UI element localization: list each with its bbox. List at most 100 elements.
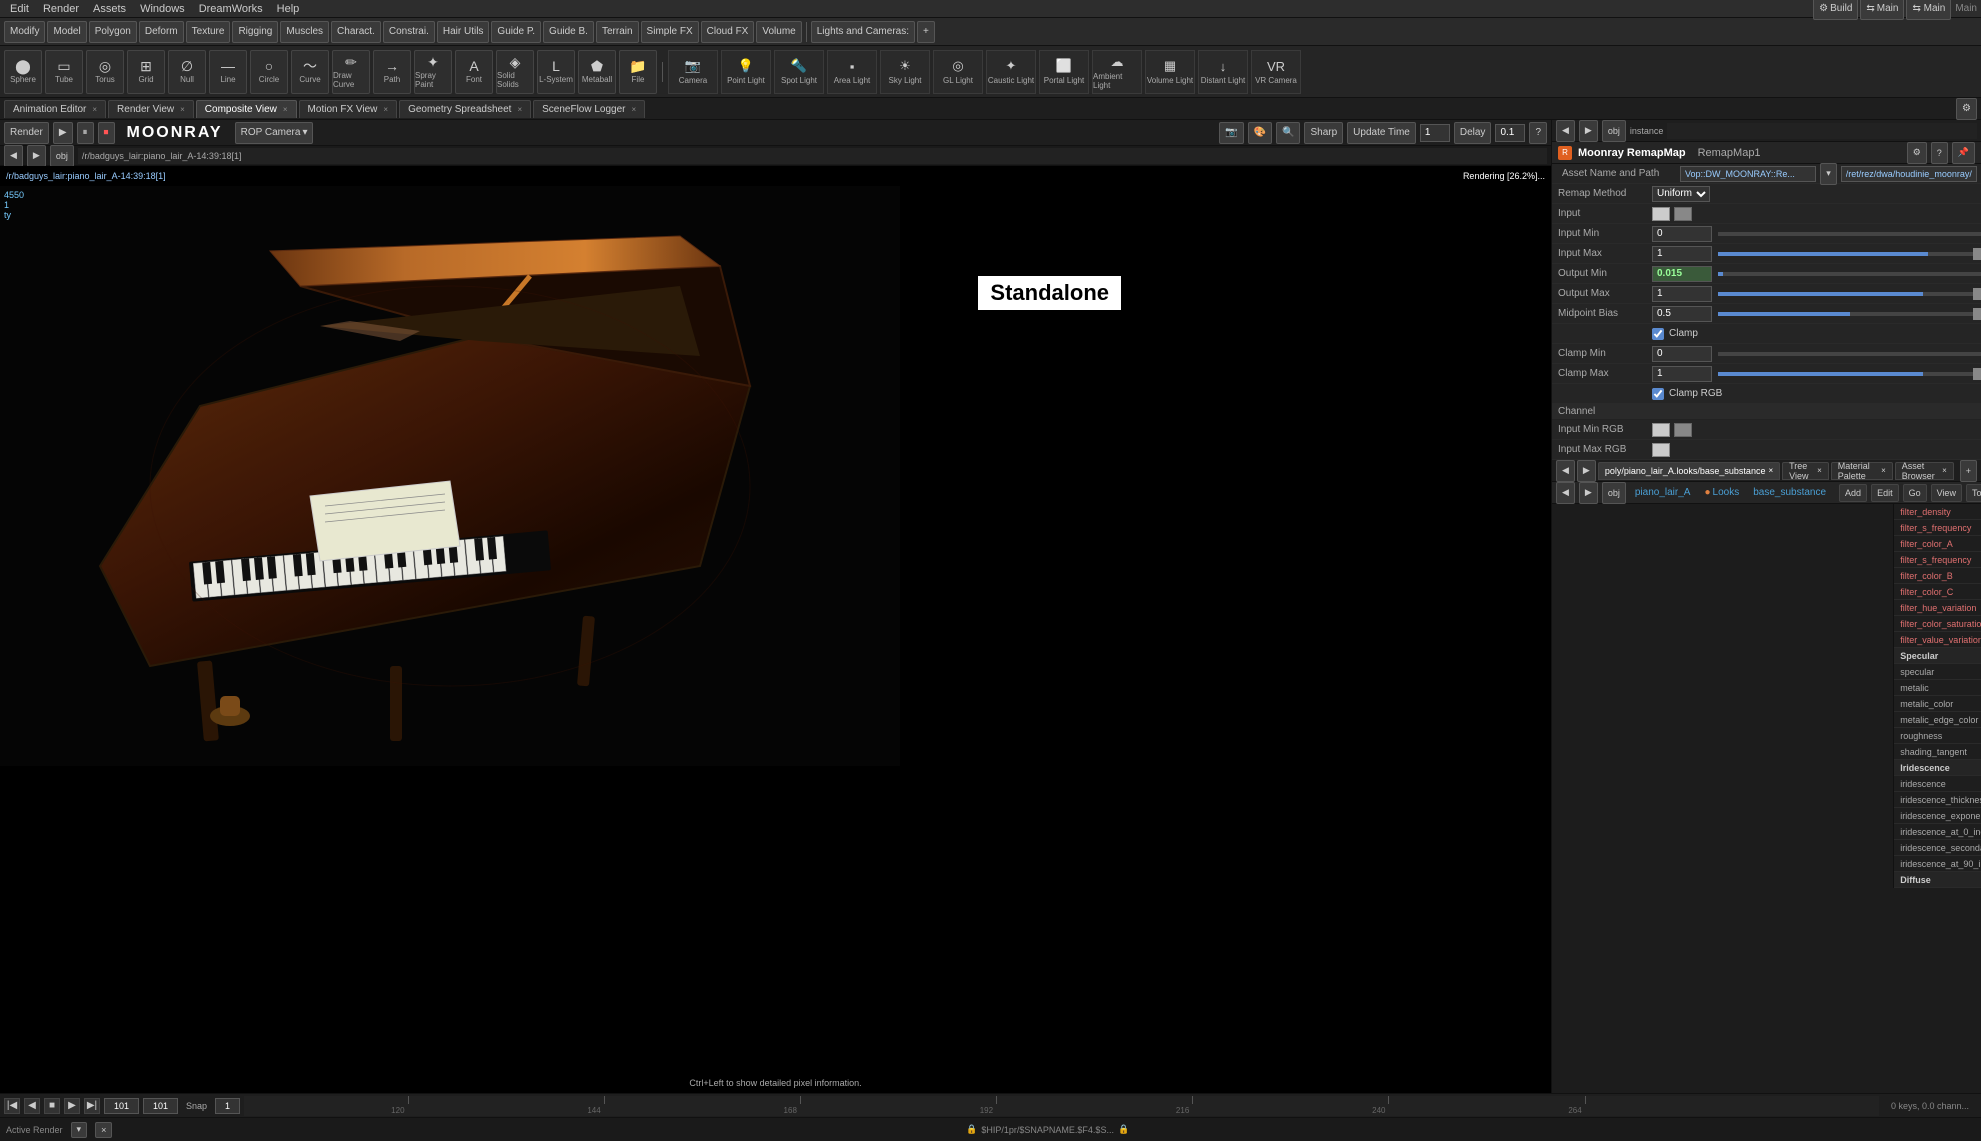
menu-edit[interactable]: Edit xyxy=(4,0,35,17)
output-max-input[interactable] xyxy=(1652,286,1712,302)
status-stop-btn[interactable]: × xyxy=(95,1122,112,1138)
ng-tab-materialpalette[interactable]: Material Palette × xyxy=(1831,462,1893,480)
texture-btn[interactable]: Texture xyxy=(186,21,231,43)
status-dropdown-btn[interactable]: ▾ xyxy=(71,1122,88,1138)
rigging-btn[interactable]: Rigging xyxy=(232,21,278,43)
tab-render-view-close[interactable]: × xyxy=(180,105,185,114)
ng-substance-label[interactable]: base_substance xyxy=(1748,484,1831,502)
input-max-slider[interactable] xyxy=(1718,252,1981,256)
input-min-rgb-swatch[interactable] xyxy=(1652,423,1670,437)
ng-toolbar-back[interactable]: ◀ xyxy=(1556,482,1575,504)
render-button[interactable]: Render xyxy=(4,122,49,144)
spot-light-btn[interactable]: 🔦 Spot Light xyxy=(774,50,824,94)
tool-line[interactable]: — Line xyxy=(209,50,247,94)
portal-light-btn[interactable]: ⬜ Portal Light xyxy=(1039,50,1089,94)
output-min-input[interactable] xyxy=(1652,266,1712,282)
tab-motion-fx-close[interactable]: × xyxy=(383,105,388,114)
input-max-input[interactable] xyxy=(1652,246,1712,262)
tool-spraypaint[interactable]: ✦ Spray Paint xyxy=(414,50,452,94)
tool-torus[interactable]: ◎ Torus xyxy=(86,50,124,94)
render-sharp-btn[interactable]: Sharp xyxy=(1304,122,1343,144)
render-icons-btn[interactable]: 📷 xyxy=(1219,122,1243,144)
asset-name-input[interactable] xyxy=(1680,166,1816,182)
timeline-stop-btn[interactable]: ■ xyxy=(44,1098,60,1114)
ng-obj-btn[interactable]: obj xyxy=(1602,482,1626,504)
tool-file[interactable]: 📁 File xyxy=(619,50,657,94)
prop-gear-btn[interactable]: ⚙ xyxy=(1907,142,1927,164)
ng-tab-assetbrowser[interactable]: Asset Browser × xyxy=(1895,462,1954,480)
timeline-ruler[interactable]: 120 144 168 192 216 240 264 xyxy=(244,1096,1879,1116)
rp-obj-btn[interactable]: obj xyxy=(1602,120,1626,142)
main-branch-button[interactable]: ⇆ Main xyxy=(1860,0,1904,20)
tool-lsystem[interactable]: L L-System xyxy=(537,50,575,94)
tab-motion-fx[interactable]: Motion FX View × xyxy=(299,100,398,118)
add-light-btn[interactable]: + xyxy=(917,21,935,43)
ng-tab-substance[interactable]: poly/piano_lair_A.looks/base_substance × xyxy=(1598,462,1780,480)
volume-btn[interactable]: Volume xyxy=(756,21,801,43)
constrai-btn[interactable]: Constrai. xyxy=(383,21,435,43)
rp-nav-back[interactable]: ◀ xyxy=(1556,120,1575,142)
sky-light-btn[interactable]: ☀ Sky Light xyxy=(880,50,930,94)
timeline-frame-end-input[interactable] xyxy=(143,1098,178,1114)
polygon-btn[interactable]: Polygon xyxy=(89,21,137,43)
prop-pin-btn[interactable]: 📌 xyxy=(1952,142,1975,164)
input-max-rgb-swatch[interactable] xyxy=(1652,443,1670,457)
guideb-btn[interactable]: Guide B. xyxy=(543,21,594,43)
tool-tube[interactable]: ▭ Tube xyxy=(45,50,83,94)
cloudfx-btn[interactable]: Cloud FX xyxy=(701,21,755,43)
charact-btn[interactable]: Charact. xyxy=(331,21,381,43)
ng-tab-materialpalette-close[interactable]: × xyxy=(1881,466,1886,475)
nav-obj-btn[interactable]: obj xyxy=(50,145,74,167)
caustic-light-btn[interactable]: ✦ Caustic Light xyxy=(986,50,1036,94)
timeline-start-btn[interactable]: |◀ xyxy=(4,1098,20,1114)
ambient-light-btn[interactable]: ☁ Ambient Light xyxy=(1092,50,1142,94)
menu-render[interactable]: Render xyxy=(37,0,85,17)
tool-grid[interactable]: ⊞ Grid xyxy=(127,50,165,94)
ng-add-btn[interactable]: Add xyxy=(1839,484,1867,502)
menu-dreamworks[interactable]: DreamWorks xyxy=(193,0,269,17)
ng-tab-assetbrowser-close[interactable]: × xyxy=(1942,466,1947,475)
render-pause-btn[interactable]: ⏸ xyxy=(77,122,94,144)
tab-animation-editor-close[interactable]: × xyxy=(92,105,97,114)
tab-geometry-spreadsheet-close[interactable]: × xyxy=(517,105,522,114)
point-light-btn[interactable]: 💡 Point Light xyxy=(721,50,771,94)
tool-solidsolids[interactable]: ◈ Solid Solids xyxy=(496,50,534,94)
distant-light-btn[interactable]: ↓ Distant Light xyxy=(1198,50,1248,94)
timeline-end-btn[interactable]: ▶| xyxy=(84,1098,100,1114)
ng-view-btn[interactable]: View xyxy=(1931,484,1962,502)
vr-camera-btn[interactable]: VR VR Camera xyxy=(1251,50,1301,94)
tool-curve[interactable]: 〜 Curve xyxy=(291,50,329,94)
ng-tools-btn[interactable]: Tools xyxy=(1966,484,1981,502)
snap-input[interactable] xyxy=(215,1098,240,1114)
tab-composite-view[interactable]: Composite View × xyxy=(196,100,297,118)
midpoint-bias-input[interactable] xyxy=(1652,306,1712,322)
render-delay-input[interactable] xyxy=(1495,124,1525,142)
nav-forward-btn[interactable]: ▶ xyxy=(27,145,46,167)
tab-render-view[interactable]: Render View × xyxy=(108,100,194,118)
output-max-slider[interactable] xyxy=(1718,292,1981,296)
timeline-prev-btn[interactable]: ◀ xyxy=(24,1098,40,1114)
tab-sceneflow-logger-close[interactable]: × xyxy=(632,105,637,114)
menu-windows[interactable]: Windows xyxy=(134,0,191,17)
model-btn[interactable]: Model xyxy=(47,21,86,43)
ng-looks-label[interactable]: ● Looks xyxy=(1699,484,1744,502)
simplefx-btn[interactable]: Simple FX xyxy=(641,21,699,43)
input-min-input[interactable] xyxy=(1652,226,1712,242)
area-light-btn[interactable]: ▪ Area Light xyxy=(827,50,877,94)
deform-btn[interactable]: Deform xyxy=(139,21,184,43)
timeline-frame-input[interactable] xyxy=(104,1098,139,1114)
ng-piano-label[interactable]: piano_lair_A xyxy=(1630,484,1696,502)
ng-edit-btn[interactable]: Edit xyxy=(1871,484,1899,502)
tab-composite-view-close[interactable]: × xyxy=(283,105,288,114)
input-min-rgb-swatch2[interactable] xyxy=(1674,423,1692,437)
tool-circle[interactable]: ○ Circle xyxy=(250,50,288,94)
ng-tab-substance-close[interactable]: × xyxy=(1768,466,1773,475)
input-color-swatch[interactable] xyxy=(1652,207,1670,221)
render-play-btn[interactable]: ▶ xyxy=(53,122,73,144)
lights-cameras-btn[interactable]: Lights and Cameras: xyxy=(811,21,915,43)
rp-nav-forward[interactable]: ▶ xyxy=(1579,120,1598,142)
timeline-play-btn[interactable]: ▶ xyxy=(64,1098,80,1114)
output-min-slider[interactable] xyxy=(1718,272,1981,276)
clamp-checkbox[interactable] xyxy=(1652,328,1664,340)
tab-sceneflow-logger[interactable]: SceneFlow Logger × xyxy=(533,100,645,118)
